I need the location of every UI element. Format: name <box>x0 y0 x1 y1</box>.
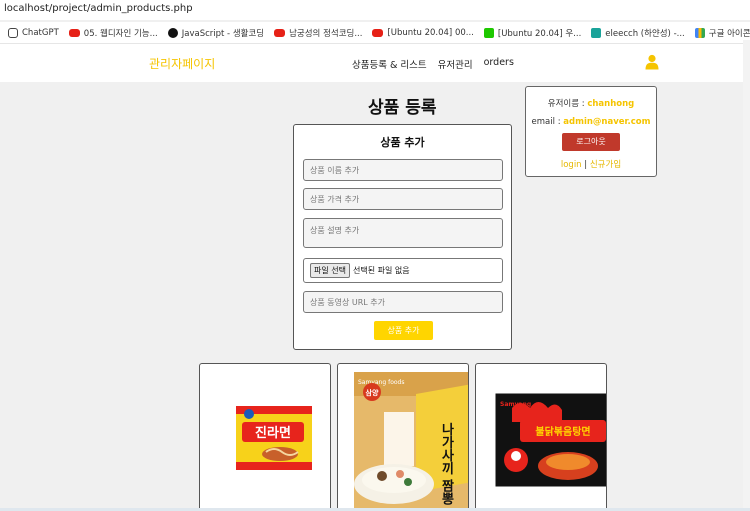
circle-icon <box>167 27 178 38</box>
file-status-text: 선택된 파일 없음 <box>352 266 410 275</box>
nagasaki-ramen-image: Samyang foods 삼양 나가사끼 짬뽕 <box>354 372 468 511</box>
youtube-icon <box>68 28 80 37</box>
window-edge <box>743 40 750 511</box>
bookmark-label: 남궁성의 정석코딩... <box>289 28 363 39</box>
add-product-form: 상품 추가 상품 이름 추가 상품 가격 추가 상품 설명 추가 파일 선택 선… <box>293 124 512 350</box>
bookmark-webdesign[interactable]: 05. 웹디자인 기능... <box>68 27 158 39</box>
product-name: 불닭볶음탕면 <box>535 425 590 438</box>
signup-link[interactable]: 신규가입 <box>590 160 621 170</box>
nav-link-orders[interactable]: orders <box>484 57 514 71</box>
email-label: email : <box>531 117 561 127</box>
file-choose-button[interactable]: 파일 선택 <box>310 263 350 278</box>
jin-ramen-image: 진라면 <box>236 406 312 470</box>
logout-button[interactable]: 로그아웃 <box>562 133 620 151</box>
add-product-submit-button[interactable]: 상품 추가 <box>374 321 433 340</box>
bookmark-label: ChatGPT <box>22 27 59 38</box>
product-image-file-input[interactable]: 파일 선택 선택된 파일 없음 <box>303 258 503 283</box>
username-row: 유저이름 : chanhong <box>526 97 656 109</box>
product-brand: 삼양 <box>366 388 379 397</box>
product-description-textarea[interactable]: 상품 설명 추가 <box>303 218 503 248</box>
navbar: 관리자페이지 상품등록 & 리스트 유저관리 orders <box>0 44 750 82</box>
product-price-input[interactable]: 상품 가격 추가 <box>303 188 503 210</box>
youtube-icon <box>274 28 286 37</box>
bookmark-javascript[interactable]: JavaScript - 생활코딩 <box>167 27 265 39</box>
youtube-icon <box>372 28 384 37</box>
bookmark-chatgpt[interactable]: ChatGPT <box>8 27 59 38</box>
nav-links: 상품등록 & 리스트 유저관리 orders <box>352 57 514 71</box>
product-name-input[interactable]: 상품 이름 추가 <box>303 159 503 181</box>
bookmark-ubuntu-1[interactable]: [Ubuntu 20.04] 00... <box>372 27 474 38</box>
login-link[interactable]: login <box>561 160 582 170</box>
velog-icon <box>591 27 602 38</box>
link-separator: | <box>584 160 588 170</box>
product-name: 진라면 <box>255 425 291 441</box>
auth-links: login | 신규가입 <box>526 158 656 170</box>
naver-icon <box>483 27 494 38</box>
description-placeholder: 상품 설명 추가 <box>310 226 360 235</box>
page-title: 상품 등록 <box>368 98 437 118</box>
product-sub-brand: Samyang foods <box>358 379 404 386</box>
product-name: 나가사끼 짬뽕 <box>439 422 454 507</box>
email-row: email : admin@naver.com <box>526 117 656 127</box>
product-card[interactable]: Samyang 불닭볶음탕면 <box>475 363 607 511</box>
product-card[interactable]: 진라면 <box>199 363 331 511</box>
google-icon <box>694 27 705 38</box>
bookmark-label: [Ubuntu 20.04] 00... <box>387 27 474 38</box>
bookmark-google-icon[interactable]: 구글 아이콘 <box>694 27 750 39</box>
chatgpt-icon <box>8 27 18 38</box>
bookmark-label: [Ubuntu 20.04] 우... <box>497 28 582 39</box>
bookmark-namgung[interactable]: 남궁성의 정석코딩... <box>274 27 362 39</box>
brand-link[interactable]: 관리자페이지 <box>149 55 215 72</box>
user-icon[interactable] <box>645 54 659 70</box>
product-card[interactable]: Samyang foods 삼양 나가사끼 짬뽕 <box>337 363 469 511</box>
nav-link-users[interactable]: 유저관리 <box>438 57 473 71</box>
user-info-box: 유저이름 : chanhong email : admin@naver.com … <box>525 86 657 177</box>
username-label: 유저이름 : <box>547 99 585 109</box>
email-value: admin@naver.com <box>563 117 651 127</box>
bookmark-ubuntu-2[interactable]: [Ubuntu 20.04] 우... <box>483 27 582 39</box>
form-title: 상품 추가 <box>380 136 425 149</box>
address-bar[interactable]: localhost/project/admin_products.php <box>0 0 750 20</box>
bookmark-label: eleecch (하얀성) -... <box>605 28 685 39</box>
bookmark-label: 구글 아이콘 <box>708 28 750 39</box>
bookmark-label: JavaScript - 생활코딩 <box>181 28 265 39</box>
bookmark-label: 05. 웹디자인 기능... <box>83 28 158 39</box>
bookmarks-bar: ChatGPT 05. 웹디자인 기능... JavaScript - 생활코딩… <box>0 22 750 44</box>
buldak-ramen-image: Samyang 불닭볶음탕면 <box>492 390 606 490</box>
bookmark-eleecch[interactable]: eleecch (하얀성) -... <box>591 27 685 39</box>
product-video-url-input[interactable]: 상품 동영상 URL 추가 <box>303 291 503 313</box>
username-value: chanhong <box>587 99 635 109</box>
nav-link-products[interactable]: 상품등록 & 리스트 <box>352 57 427 71</box>
